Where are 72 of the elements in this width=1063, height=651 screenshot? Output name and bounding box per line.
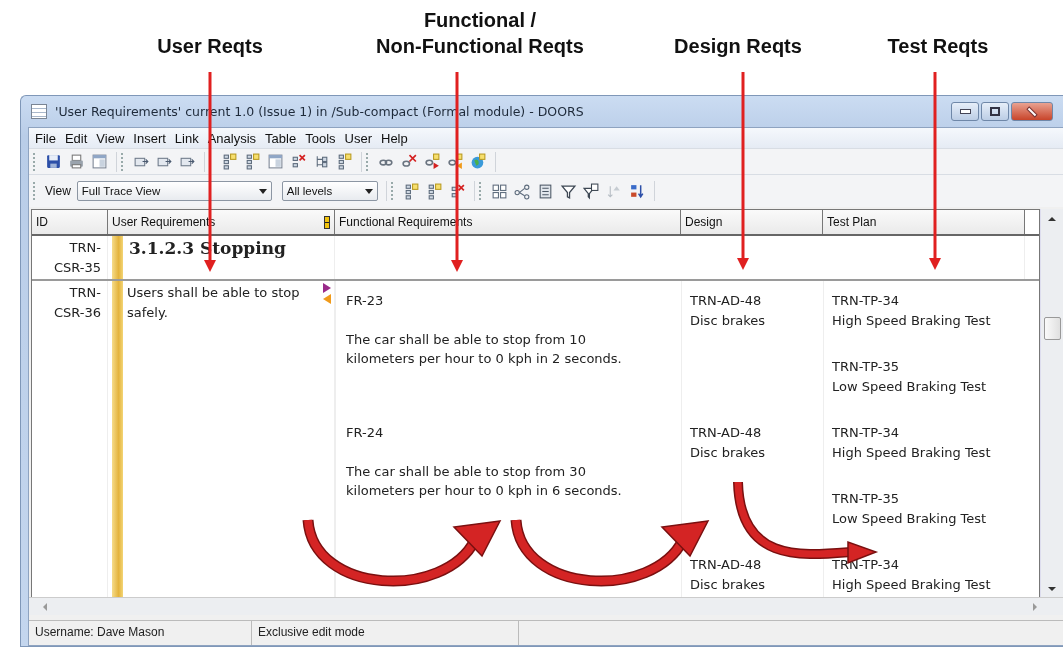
column-header[interactable]: Design: [681, 210, 823, 234]
sort-icon[interactable]: [628, 182, 646, 200]
test-id: TRN-TP-34: [832, 556, 900, 574]
test-id: TRN-TP-34: [832, 292, 900, 310]
menu-item[interactable]: Edit: [60, 130, 93, 146]
window-icon[interactable]: [267, 153, 284, 170]
status-text: Username: Dave Mason: [29, 621, 252, 645]
design-id: TRN-AD-48: [690, 292, 763, 310]
requirement-text: The car shall be able to stop from 10 kilometers per hour to 0 kph in 2 seconds.: [346, 330, 623, 368]
test-id: TRN-TP-34: [832, 424, 900, 442]
design-title: Disc brakes: [690, 311, 767, 330]
menu-item[interactable]: View: [92, 130, 130, 146]
network-icon[interactable]: [513, 182, 531, 200]
menu-item[interactable]: Link: [170, 130, 204, 146]
column-header[interactable]: ID: [32, 210, 108, 234]
globe-icon[interactable]: [470, 153, 487, 170]
hierarchy-icon[interactable]: [336, 153, 353, 170]
test-title: High Speed Braking Test: [832, 575, 992, 594]
design-title: Disc brakes: [690, 575, 767, 594]
grid-icon[interactable]: [490, 182, 508, 200]
view-dropdown[interactable]: Full Trace View: [76, 181, 272, 201]
menu-item[interactable]: Help: [377, 130, 413, 146]
hierarchy-icon[interactable]: [244, 153, 261, 170]
incoming-link-icon[interactable]: [447, 153, 464, 170]
levels-dropdown[interactable]: All levels: [281, 181, 378, 201]
test-title: Low Speed Braking Test: [832, 509, 988, 528]
save-icon[interactable]: [45, 153, 62, 170]
annotation-label: Functional / Non-Functional Reqts: [376, 8, 584, 59]
hierarchy-icon[interactable]: [221, 153, 238, 170]
test-id: TRN-TP-35: [832, 358, 900, 376]
delete-icon[interactable]: [290, 153, 307, 170]
menu-item[interactable]: User: [340, 130, 377, 146]
requirement-text: Users shall be able to stop safely.: [126, 284, 301, 322]
annotation-label: Design Reqts: [674, 34, 802, 59]
column-marker-icon: [324, 215, 330, 229]
requirement-text: The car shall be able to stop from 30 kilometers per hour to 0 kph in 6 seconds.: [346, 462, 623, 500]
menu-item[interactable]: Tools: [301, 130, 341, 146]
test-title: High Speed Braking Test: [832, 443, 992, 462]
test-title: High Speed Braking Test: [832, 311, 992, 330]
annotation-label: Test Reqts: [887, 34, 989, 59]
menu-item[interactable]: Table: [261, 130, 302, 146]
outgoing-link-icon[interactable]: [424, 153, 441, 170]
menu-item[interactable]: File: [31, 130, 61, 146]
requirement-id: FR-23: [346, 292, 385, 310]
scroll-down-arrow[interactable]: [1048, 587, 1056, 591]
filter-icon[interactable]: [582, 182, 600, 200]
test-id: TRN-TP-35: [832, 490, 900, 508]
id-cell: TRN-CSR-35: [32, 236, 108, 279]
link-delete-icon[interactable]: [401, 153, 418, 170]
status-text: Exclusive edit mode: [252, 621, 519, 645]
requirement-id: FR-24: [346, 424, 385, 442]
design-id: TRN-AD-48: [690, 424, 763, 442]
close-button[interactable]: [1011, 102, 1053, 121]
scroll-left-arrow[interactable]: [43, 602, 47, 611]
menu-item[interactable]: Insert: [129, 130, 171, 146]
annotation-label: User Reqts: [157, 34, 263, 59]
level-bar: [112, 236, 123, 279]
scroll-up-arrow[interactable]: [1048, 217, 1056, 221]
scroll-thumb[interactable]: [1043, 317, 1061, 340]
column-header[interactable]: Test Plan: [823, 210, 1025, 234]
module-icon: [31, 104, 47, 119]
design-id: TRN-AD-48: [690, 556, 763, 574]
design-title: Disc brakes: [690, 443, 767, 462]
minimize-button[interactable]: [951, 102, 979, 121]
test-title: Low Speed Braking Test: [832, 377, 988, 396]
print-icon[interactable]: [68, 153, 85, 170]
horizontal-scrollbar[interactable]: [29, 597, 1063, 615]
maximize-button[interactable]: [981, 102, 1009, 121]
scroll-right-arrow[interactable]: [1033, 602, 1037, 611]
vertical-scrollbar[interactable]: [1040, 209, 1063, 597]
window-icon[interactable]: [91, 153, 108, 170]
view-label: View: [45, 184, 71, 198]
